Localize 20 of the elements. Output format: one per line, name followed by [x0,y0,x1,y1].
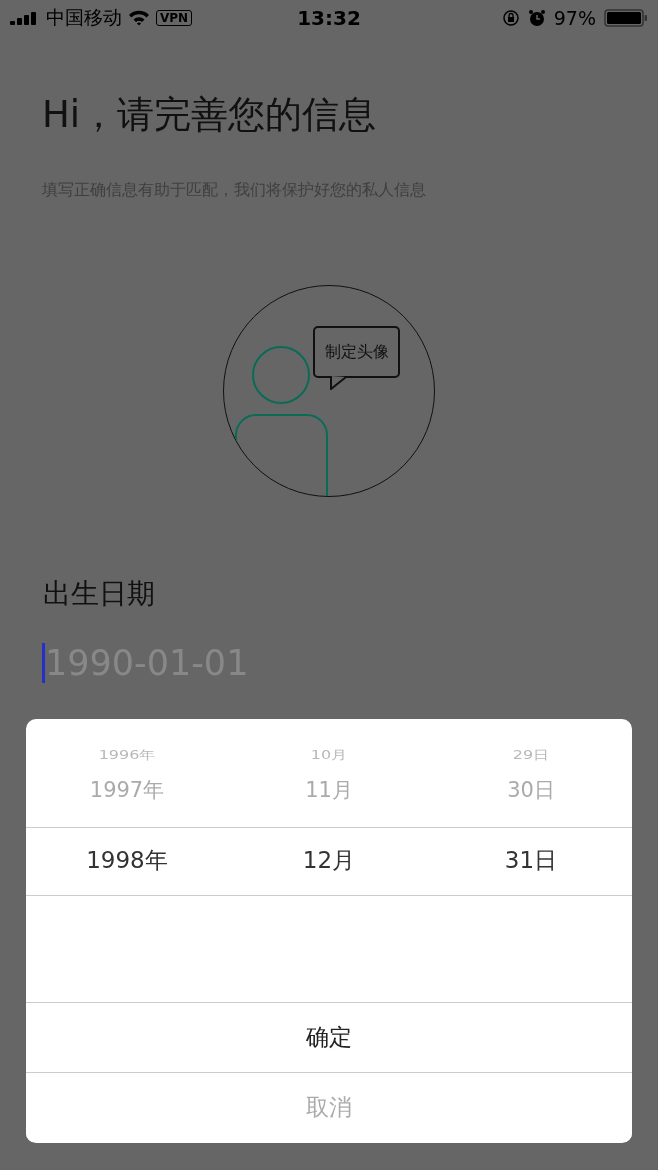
battery-percent: 97% [553,7,596,29]
picker-option[interactable]: 1998年 [86,827,168,894]
alarm-icon [527,9,546,27]
carrier-name: 中国移动 [46,5,122,30]
battery-icon [604,8,648,28]
picker-option[interactable]: 1997年 [89,767,165,813]
picker-option[interactable]: 12月 [302,827,356,894]
birth-date-label: 出生日期 [43,576,156,612]
picker-option[interactable]: 31日 [504,827,558,894]
page-title: Hi，请完善您的信息 [42,92,378,138]
rotation-lock-icon [501,9,520,27]
picker-option[interactable]: 1996年 [98,746,156,764]
status-time: 13:32 [297,6,361,30]
picker-option[interactable]: 11月 [305,767,353,813]
picker-option[interactable]: 10月 [310,746,348,764]
wifi-icon [128,10,150,26]
picker-option[interactable]: 29日 [512,746,550,764]
picker-option[interactable]: 30日 [507,767,555,813]
vpn-indicator: VPN [156,10,193,26]
bubble-tail-icon [330,376,348,390]
